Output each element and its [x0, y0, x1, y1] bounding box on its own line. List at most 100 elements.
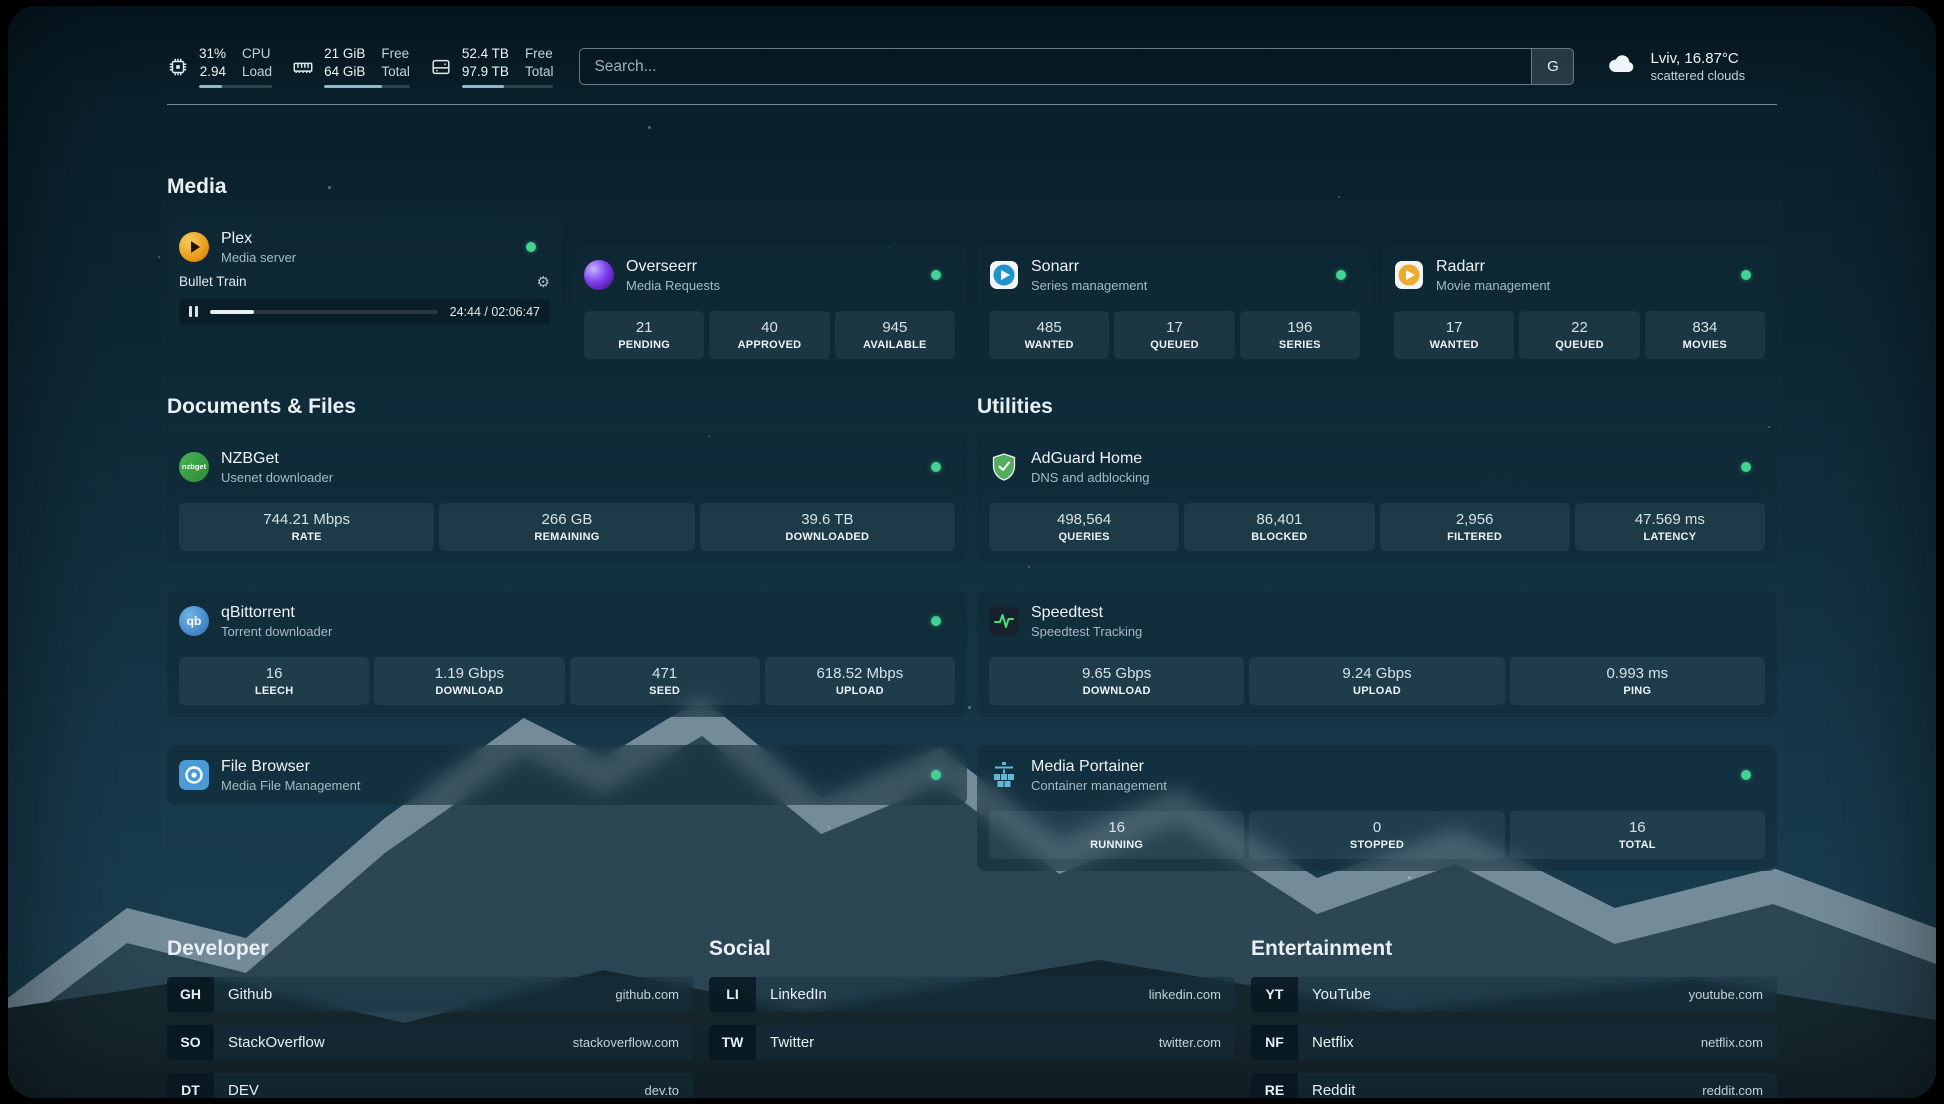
topbar-divider: [167, 104, 1777, 105]
status-dot: [931, 462, 941, 472]
service-card-plex[interactable]: Plex Media server Bullet Train ⚙: [167, 217, 562, 371]
snow-specks: [8, 6, 10, 8]
memory-progress-bar: [324, 85, 410, 88]
adguard-icon: [989, 452, 1019, 482]
status-dot: [931, 616, 941, 626]
stat-block: 0.993 ms PING: [1510, 657, 1765, 705]
bookmark-abbr: TW: [709, 1025, 756, 1060]
disk-progress-bar: [462, 85, 554, 88]
bookmark-linkedin[interactable]: LI LinkedIn linkedin.com: [709, 977, 1235, 1012]
cpu-usage-value: 31%: [199, 46, 226, 63]
memory-free-label: Free: [381, 46, 410, 63]
section-heading-entertainment: Entertainment: [1251, 937, 1777, 961]
stat-block: 9.65 Gbps DOWNLOAD: [989, 657, 1244, 705]
bookmark-url: twitter.com: [1159, 1035, 1235, 1050]
cpu-icon: [167, 56, 189, 78]
portainer-icon: [989, 760, 1019, 790]
bookmark-reddit[interactable]: RE Reddit reddit.com: [1251, 1073, 1777, 1098]
service-title: Plex: [221, 229, 514, 248]
service-card-filebrowser[interactable]: File Browser Media File Management: [167, 745, 967, 805]
service-card-overseerr[interactable]: Overseerr Media Requests 21 PENDING 40 A…: [572, 245, 967, 371]
bookmark-name: StackOverflow: [214, 1034, 325, 1051]
bookmarks-social: Social LI LinkedIn linkedin.com TW Twitt…: [709, 937, 1235, 1098]
status-dot: [931, 770, 941, 780]
bookmark-abbr: NF: [1251, 1025, 1298, 1060]
bookmark-url: linkedin.com: [1149, 987, 1235, 1002]
service-card-qbittorrent[interactable]: qb qBittorrent Torrent downloader 16 LEE…: [167, 591, 967, 717]
stat-block: 22 QUEUED: [1519, 311, 1639, 359]
stat-block: 16 LEECH: [179, 657, 369, 705]
section-heading-documents: Documents & Files: [167, 395, 967, 419]
service-card-radarr[interactable]: Radarr Movie management 17 WANTED 22 QUE…: [1382, 245, 1777, 371]
plex-player-bar: 24:44 / 02:06:47: [179, 299, 550, 325]
bookmark-name: Netflix: [1298, 1034, 1354, 1051]
playback-progress-track[interactable]: [210, 310, 438, 314]
stat-block: 0 STOPPED: [1249, 811, 1504, 859]
section-documents: Documents & Files nzbget NZBGet Usenet d…: [167, 395, 967, 871]
service-card-portainer[interactable]: Media Portainer Container management 16 …: [977, 745, 1777, 871]
service-title: Radarr: [1436, 257, 1729, 276]
bookmark-abbr: DT: [167, 1073, 214, 1098]
cpu-progress-bar: [199, 85, 272, 88]
bookmark-youtube[interactable]: YT YouTube youtube.com: [1251, 977, 1777, 1012]
service-title: AdGuard Home: [1031, 449, 1729, 468]
service-subtitle: Movie management: [1436, 278, 1729, 293]
disk-widget: 52.4 TB Free 97.9 TB Total: [430, 46, 554, 88]
service-card-speedtest[interactable]: Speedtest Speedtest Tracking 9.65 Gbps D…: [977, 591, 1777, 717]
stat-block: 618.52 Mbps UPLOAD: [765, 657, 955, 705]
stat-block: 47.569 ms LATENCY: [1575, 503, 1765, 551]
service-card-sonarr[interactable]: Sonarr Series management 485 WANTED 17 Q…: [977, 245, 1372, 371]
bookmark-dev[interactable]: DT DEV dev.to: [167, 1073, 693, 1098]
stat-block: 2,956 FILTERED: [1380, 503, 1570, 551]
section-heading-media: Media: [167, 175, 1777, 199]
bookmark-name: Github: [214, 986, 272, 1003]
radarr-icon: [1394, 260, 1424, 290]
status-dot: [1741, 770, 1751, 780]
memory-icon: [292, 56, 314, 78]
plex-icon: [179, 232, 209, 262]
bookmark-netflix[interactable]: NF Netflix netflix.com: [1251, 1025, 1777, 1060]
search-provider-button[interactable]: G: [1531, 49, 1573, 84]
stat-block: 40 APPROVED: [709, 311, 829, 359]
bookmark-url: stackoverflow.com: [573, 1035, 693, 1050]
search-bar: G: [579, 48, 1574, 85]
stat-block: 21 PENDING: [584, 311, 704, 359]
stat-block: 17 QUEUED: [1114, 311, 1234, 359]
stat-block: 17 WANTED: [1394, 311, 1514, 359]
stat-block: 86,401 BLOCKED: [1184, 503, 1374, 551]
stat-block: 266 GB REMAINING: [439, 503, 694, 551]
service-card-nzbget[interactable]: nzbget NZBGet Usenet downloader 744.21 M…: [167, 437, 967, 563]
pause-icon[interactable]: [189, 306, 198, 317]
bookmark-stackoverflow[interactable]: SO StackOverflow stackoverflow.com: [167, 1025, 693, 1060]
playback-time: 24:44 / 02:06:47: [450, 305, 540, 319]
service-card-adguard[interactable]: AdGuard Home DNS and adblocking 498,564 …: [977, 437, 1777, 563]
search-input[interactable]: [580, 49, 1531, 84]
bookmark-github[interactable]: GH Github github.com: [167, 977, 693, 1012]
resource-widgets: 31% CPU 2.94 Load: [167, 46, 553, 88]
bookmarks-developer: Developer GH Github github.com SO StackO…: [167, 937, 693, 1098]
service-subtitle: Usenet downloader: [221, 470, 919, 485]
weather-condition: scattered clouds: [1650, 68, 1745, 83]
disk-icon: [430, 56, 452, 78]
cpu-usage-label: CPU: [242, 46, 272, 63]
service-subtitle: Media server: [221, 250, 514, 265]
service-title: Sonarr: [1031, 257, 1324, 276]
memory-widget: 21 GiB Free 64 GiB Total: [292, 46, 410, 88]
stat-block: 196 SERIES: [1240, 311, 1360, 359]
stat-block: 16 TOTAL: [1510, 811, 1765, 859]
bookmark-url: reddit.com: [1702, 1083, 1777, 1098]
weather-location: Lviv, 16.87°C: [1650, 50, 1745, 67]
cpu-load-value: 2.94: [199, 64, 226, 81]
bookmark-twitter[interactable]: TW Twitter twitter.com: [709, 1025, 1235, 1060]
bookmark-name: LinkedIn: [756, 986, 827, 1003]
bookmark-url: dev.to: [645, 1083, 693, 1098]
disk-free-label: Free: [525, 46, 554, 63]
stat-block: 744.21 Mbps RATE: [179, 503, 434, 551]
playback-progress-fill: [210, 310, 254, 314]
status-dot: [1336, 270, 1346, 280]
section-media: Media Plex Media server Bullet Train ⚙: [167, 175, 1777, 371]
gear-icon[interactable]: ⚙: [537, 273, 550, 291]
bookmark-url: youtube.com: [1689, 987, 1777, 1002]
section-heading-social: Social: [709, 937, 1235, 961]
memory-free-value: 21 GiB: [324, 46, 365, 63]
